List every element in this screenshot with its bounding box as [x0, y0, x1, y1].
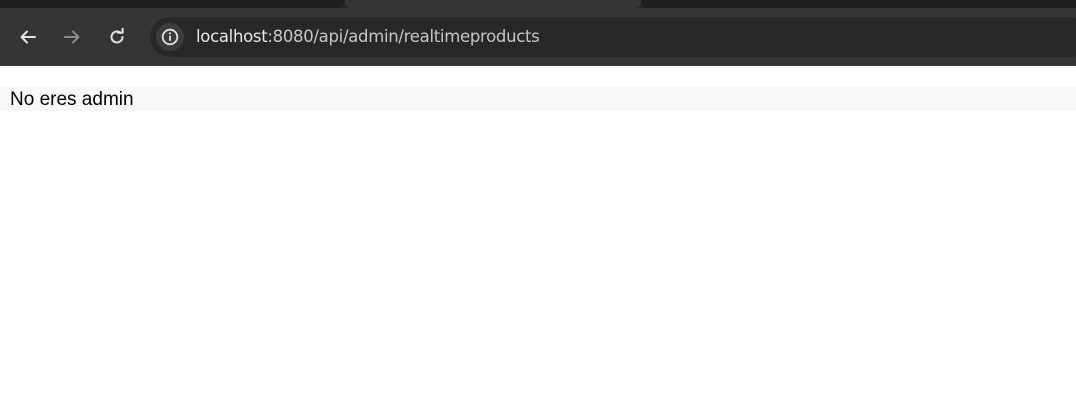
- info-icon: [161, 28, 179, 46]
- url-path: :8080/api/admin/realtimeproducts: [267, 27, 540, 46]
- reload-button[interactable]: [102, 22, 132, 52]
- arrow-right-icon: [64, 30, 80, 44]
- active-tab[interactable]: [345, 0, 641, 8]
- forward-button[interactable]: [57, 22, 87, 52]
- page-content: No eres admin: [0, 66, 1076, 400]
- reload-icon: [110, 28, 124, 44]
- message-container: No eres admin: [0, 87, 1076, 111]
- url-host: localhost: [196, 27, 268, 46]
- back-button[interactable]: [13, 22, 43, 52]
- url-text[interactable]: localhost:8080/api/admin/realtimeproduct…: [196, 27, 540, 46]
- address-bar[interactable]: localhost:8080/api/admin/realtimeproduct…: [150, 17, 1076, 57]
- browser-toolbar: localhost:8080/api/admin/realtimeproduct…: [0, 0, 1076, 66]
- inactive-tab-right[interactable]: [641, 0, 1076, 8]
- page-message: No eres admin: [10, 89, 134, 110]
- tab-strip: [0, 0, 1076, 8]
- arrow-left-icon: [20, 30, 36, 44]
- inactive-tab-left[interactable]: [0, 0, 345, 8]
- site-info-button[interactable]: [156, 23, 184, 51]
